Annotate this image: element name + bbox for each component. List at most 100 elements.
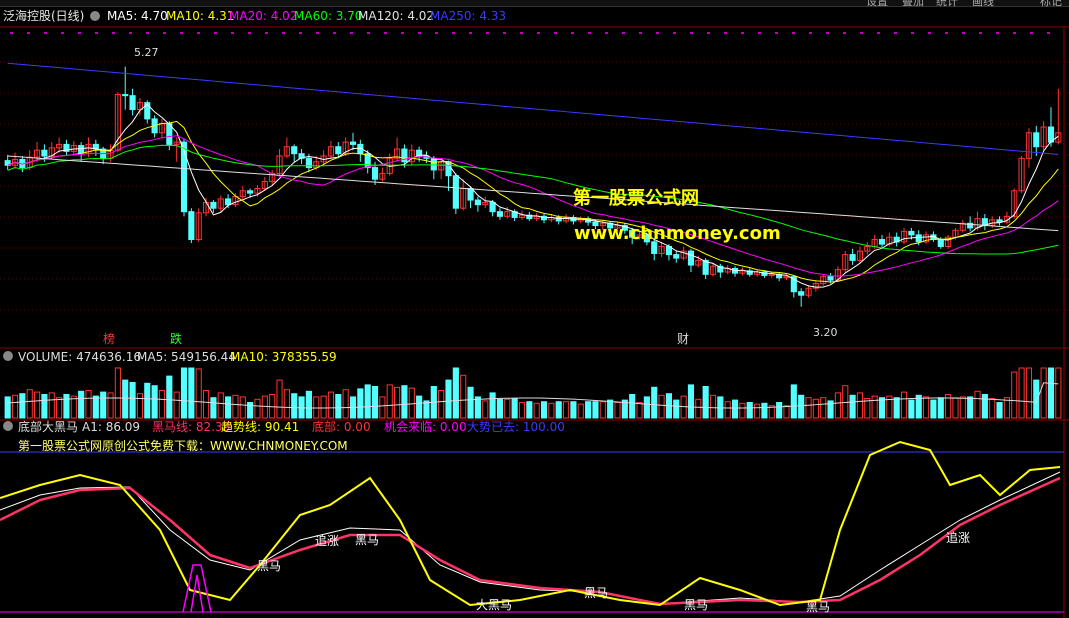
volume-bar <box>812 398 819 419</box>
volume-bar <box>357 388 364 419</box>
volume-bar <box>643 396 650 419</box>
volume-bar <box>41 394 48 419</box>
volume-bar <box>232 394 239 419</box>
ma20-line <box>7 135 1059 277</box>
volume-bar <box>474 396 481 419</box>
candle-body <box>41 149 48 157</box>
volume-bar <box>739 402 746 419</box>
watermark-url: www.chnmoney.com <box>574 223 781 244</box>
volume-bar <box>798 394 805 419</box>
volume-bar <box>842 385 849 419</box>
volume-bar <box>180 367 188 419</box>
volume-bar <box>129 382 136 419</box>
dropdown-icon[interactable] <box>90 11 100 21</box>
volume-bar <box>776 402 783 419</box>
trend-label: 趋势线: 90.41 <box>221 420 299 434</box>
volume-bar <box>981 394 988 419</box>
volume-bar <box>11 394 19 419</box>
stock-chart[interactable]: 泛海控股(日线) MA5: 4.70 MA10: 4.31 MA20: 4.02… <box>0 0 1069 618</box>
trend-line <box>0 440 1061 607</box>
candle-body <box>915 234 922 243</box>
volume-bar <box>849 394 856 419</box>
candle-body <box>180 141 188 213</box>
volume-bar <box>856 392 864 419</box>
volume-bar <box>1033 379 1040 419</box>
low-annotation: 3.20 <box>813 326 838 339</box>
ma60-line <box>7 144 1059 255</box>
indicator-panel <box>0 440 1061 613</box>
volume-bar <box>540 401 548 419</box>
volume-bar <box>754 403 761 419</box>
volume-bar <box>695 398 702 419</box>
volume-bar <box>19 393 26 419</box>
a1-line <box>0 471 1061 605</box>
volume-bar <box>386 384 393 419</box>
volume-header: VOLUME: 474636.16 MA5: 549156.44 MA10: 3… <box>3 350 337 364</box>
candlestick-panel <box>4 62 1062 307</box>
volume-bar <box>518 402 526 419</box>
volume-bar <box>48 392 55 419</box>
ma20-label: MA20: 4.02 <box>229 9 297 23</box>
ma120-label: MA120: 4.02 <box>358 9 434 23</box>
volume-bar <box>562 401 570 419</box>
watermark-title: 第一股票公式网 <box>573 187 699 209</box>
candle-body <box>129 95 136 111</box>
volume-bar <box>85 390 92 419</box>
volume-bar <box>158 390 166 419</box>
volume-bar <box>1011 371 1018 419</box>
volume-bar <box>967 396 974 419</box>
volume-bar <box>394 386 401 419</box>
volume-bar <box>599 401 606 419</box>
volume-bar <box>33 391 41 419</box>
candle-body <box>144 102 151 120</box>
vol-ma5-line <box>7 382 1059 409</box>
marker-bang: 榜 <box>103 331 115 346</box>
candle-body <box>474 199 481 206</box>
candle-body <box>489 201 496 213</box>
volume-bar <box>548 402 555 419</box>
volume-bar <box>225 396 232 419</box>
candle-body <box>1033 132 1040 148</box>
volume-bar <box>533 402 540 419</box>
bottom-signal <box>182 564 212 613</box>
dropdown-icon[interactable] <box>3 351 13 361</box>
volume-bar <box>166 375 173 419</box>
volume-bar <box>592 401 599 419</box>
candle-body <box>878 239 886 245</box>
candle-body <box>247 190 254 194</box>
volume-bar <box>107 392 114 419</box>
high-annotation: 5.27 <box>134 46 159 59</box>
indicator-name: 底部大黑马 <box>18 419 78 434</box>
volume-bar <box>210 397 217 419</box>
volume-bar <box>136 393 143 419</box>
vol-ma5-label: MA5: 549156.44 <box>137 350 236 364</box>
signal-label: 黑马 <box>257 559 281 573</box>
signal-label: 追涨 <box>946 530 970 545</box>
volume-panel <box>4 367 1062 419</box>
candle-body <box>225 198 232 206</box>
volume-bar <box>247 402 254 419</box>
volume-bar <box>996 402 1003 419</box>
candle-body <box>335 146 342 155</box>
candle-body <box>188 211 195 241</box>
volume-bar <box>327 391 335 419</box>
heima-label: 黑马线: 82.38 <box>152 420 230 434</box>
indicator-header: 底部大黑马 A1: 86.09 黑马线: 82.38 趋势线: 90.41 底部… <box>3 419 565 453</box>
indicator-subtitle: 第一股票公式网原创公式免费下载：WWW.CHNMONEY.COM <box>18 438 348 453</box>
ma250-label: MA250: 4.33 <box>430 9 506 23</box>
volume-bar <box>834 392 841 419</box>
main-header: 泛海控股(日线) MA5: 4.70 MA10: 4.31 MA20: 4.02… <box>3 8 506 23</box>
volume-bar <box>607 399 614 419</box>
volume-bar <box>408 387 415 419</box>
candle-body <box>122 94 129 97</box>
volume-bar <box>239 396 246 419</box>
heima-line <box>0 476 1061 606</box>
volume-bar <box>555 401 562 419</box>
bottom-label: 底部: 0.00 <box>312 419 371 434</box>
volume-bar <box>173 391 180 419</box>
candle-body <box>687 250 695 266</box>
volume-bar <box>731 399 739 419</box>
volume-bar <box>217 392 224 419</box>
volume-bar <box>489 392 496 419</box>
dropdown-icon[interactable] <box>3 421 13 431</box>
